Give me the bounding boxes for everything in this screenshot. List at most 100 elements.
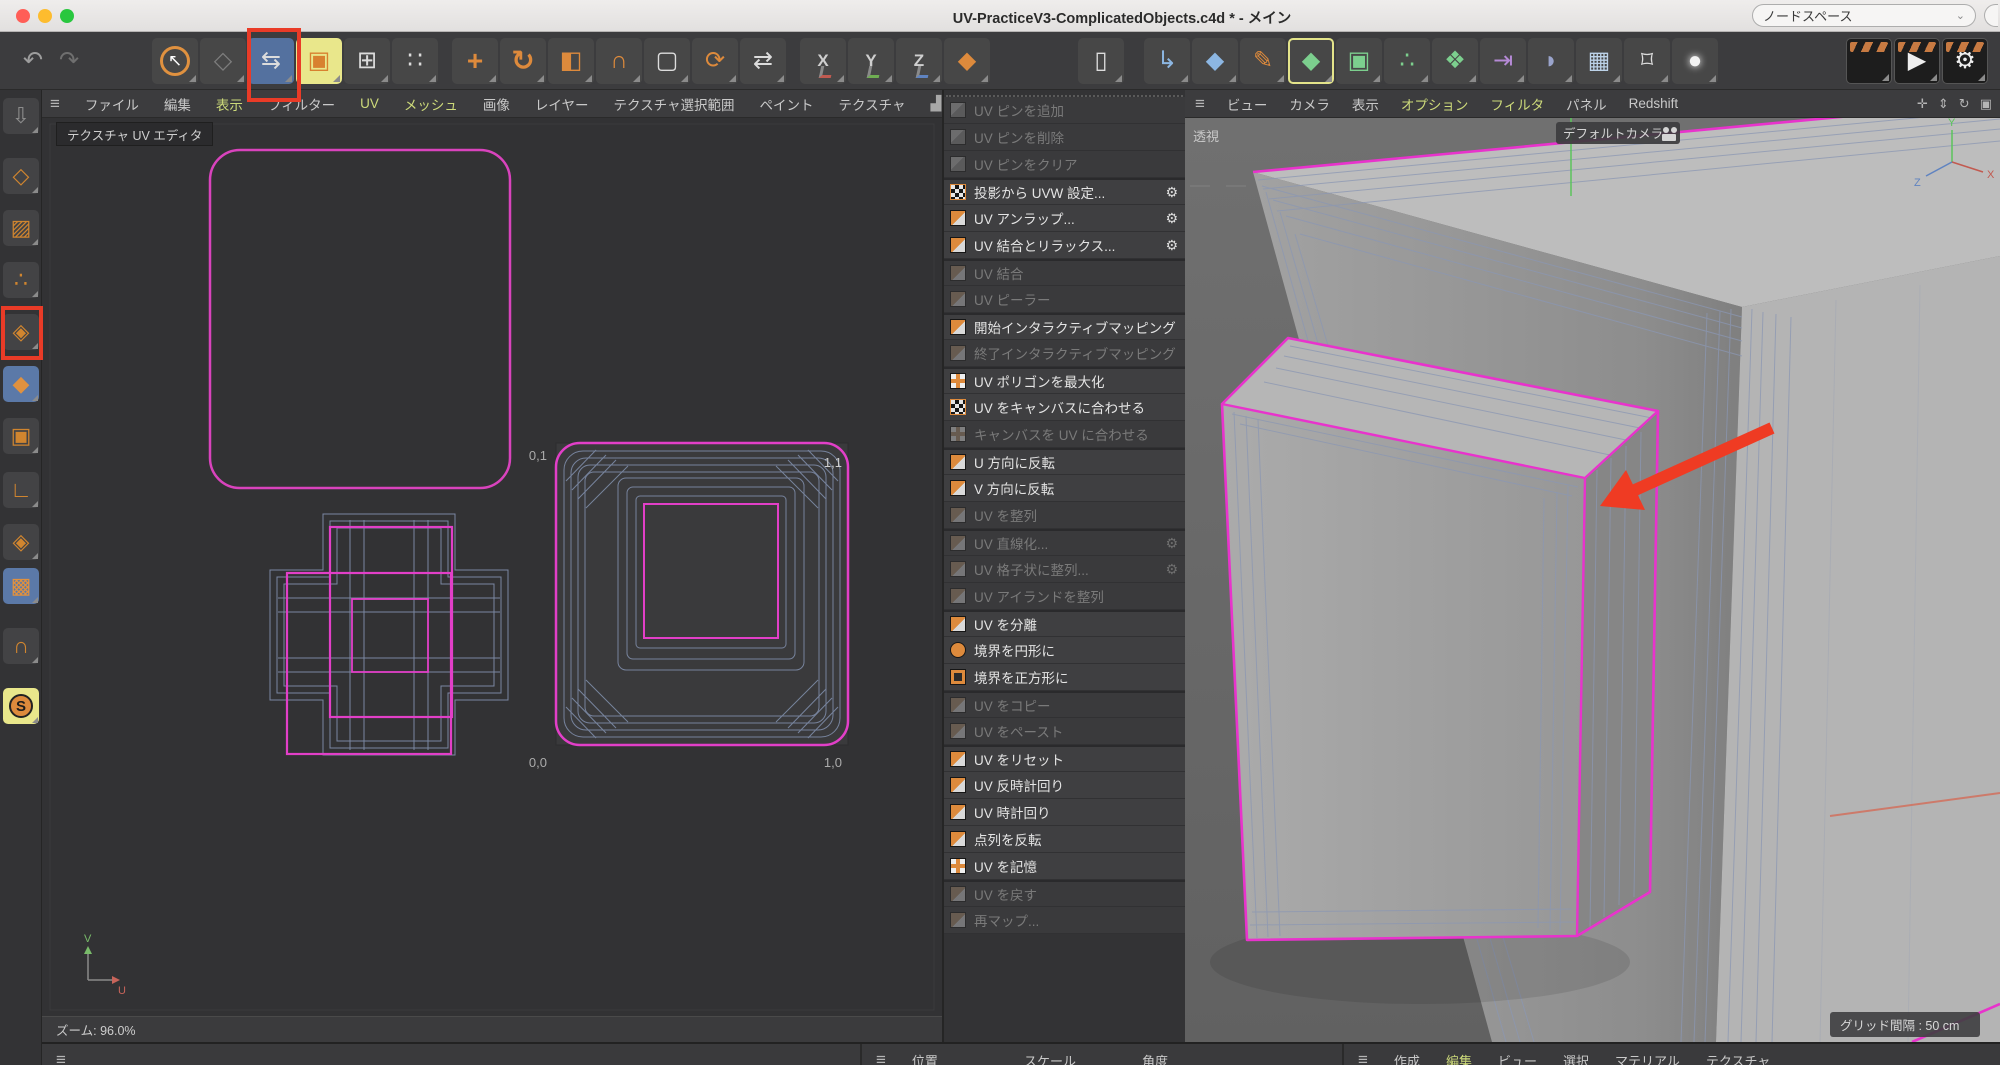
lock-y-axis-button[interactable]: Y	[848, 38, 894, 84]
move-tool-button[interactable]: +	[452, 38, 498, 84]
uv-command-boundary-circle[interactable]: 境界を円形に	[944, 637, 1185, 664]
menu-hamburger-icon[interactable]: ≡	[50, 94, 60, 114]
make-editable-button[interactable]: ⇩	[3, 98, 39, 134]
texture-paint-mode-button[interactable]: ✎	[1240, 38, 1286, 84]
model-mode-button[interactable]: ◆	[1192, 38, 1238, 84]
menu-bview[interactable]: ビュー	[1498, 1051, 1537, 1065]
menu-vp-camera[interactable]: カメラ	[1289, 94, 1330, 114]
workplane-mode-button[interactable]: ⇥	[1480, 38, 1526, 84]
point-mode-button[interactable]: ∴	[3, 262, 39, 298]
rectangle-selection-button[interactable]: ▢	[644, 38, 690, 84]
menu-paint[interactable]: ペイント	[760, 94, 814, 114]
command-settings-gear-icon[interactable]: ⚙	[1165, 237, 1178, 254]
redo-icon[interactable]: ↷	[52, 46, 86, 75]
menu-hamburger-icon[interactable]: ≡	[1195, 94, 1205, 114]
render-settings-button[interactable]: ⚙	[1942, 38, 1988, 84]
viewport-pan-icon[interactable]: ✛	[1917, 96, 1928, 112]
zoom-window-button[interactable]	[60, 9, 74, 23]
uv-exchange-button[interactable]: ⇄	[740, 38, 786, 84]
workspace-selector-dropdown[interactable]: ノードスペース ⌄	[1752, 4, 1976, 27]
magnet-tool-button[interactable]: ∩	[596, 38, 642, 84]
deformer-tool-button[interactable]: ◗	[1528, 38, 1574, 84]
floor-grid-button[interactable]: ▦	[1576, 38, 1622, 84]
uv-command-flip-u[interactable]: U 方向に反転	[944, 448, 1185, 475]
command-settings-gear-icon[interactable]: ⚙	[1165, 210, 1178, 227]
menu-texture[interactable]: テクスチャ	[839, 94, 906, 114]
layout-button-stub[interactable]	[1984, 4, 1998, 27]
plug-object[interactable]	[1222, 338, 1658, 940]
uv-command-maximize-uv-polygons[interactable]: UV ポリゴンを最大化	[944, 367, 1185, 394]
lock-x-axis-button[interactable]: X	[800, 38, 846, 84]
uv-command-projection-uvw[interactable]: 投影から UVW 設定...⚙	[944, 178, 1185, 205]
uv-mesh-edit-mode-button[interactable]: ◆	[1288, 38, 1334, 84]
histogram-icon[interactable]: ▟	[930, 95, 941, 112]
live-selection-button[interactable]: ↖	[152, 38, 198, 84]
free-rotate-tool-button[interactable]: ⟳	[692, 38, 738, 84]
uv-polygon-edit-mode-button[interactable]: ▣	[1336, 38, 1382, 84]
uv-polygon-edit-button[interactable]: ▣	[3, 418, 39, 454]
axis-edit-mode-button[interactable]: ↳	[1144, 38, 1190, 84]
magnet-snapping-button[interactable]: ∩	[3, 628, 39, 664]
menu-view[interactable]: 表示	[216, 94, 243, 114]
uv-editor-tab-label[interactable]: テクスチャ UV エディタ	[56, 122, 213, 146]
texture-mode-button[interactable]: ▨	[3, 210, 39, 246]
menu-file[interactable]: ファイル	[85, 94, 139, 114]
point-visibility-button[interactable]: ∷	[392, 38, 438, 84]
light-tool-button[interactable]: ●	[1672, 38, 1718, 84]
menu-bmaterial[interactable]: マテリアル	[1615, 1051, 1680, 1065]
polygon-mode-button[interactable]: ◆	[3, 366, 39, 402]
uv-command-fit-uv-to-canvas[interactable]: UV をキャンバスに合わせる	[944, 394, 1185, 421]
menu-vp-view[interactable]: ビュー	[1227, 94, 1268, 114]
menu-hamburger-icon[interactable]: ≡	[1358, 1050, 1368, 1065]
workplane-axis-button[interactable]: ∟	[3, 472, 39, 508]
menu-texture-selection[interactable]: テクスチャ選択範囲	[614, 94, 735, 114]
uv-texture-window-button[interactable]: ▣	[296, 38, 342, 84]
menu-mesh[interactable]: メッシュ	[404, 94, 458, 114]
menu-bselect[interactable]: 選択	[1563, 1051, 1589, 1065]
uv-command-flip-v[interactable]: V 方向に反転	[944, 475, 1185, 502]
menu-hamburger-icon[interactable]: ≡	[876, 1050, 886, 1065]
ghost-cube-button[interactable]: ◇	[200, 38, 246, 84]
uv-command-reverse-point-sequence[interactable]: 点列を反転	[944, 826, 1185, 853]
render-bucket-button[interactable]: ▯	[1078, 38, 1124, 84]
close-window-button[interactable]	[16, 9, 30, 23]
uv-command-uv-separate[interactable]: UV を分離	[944, 610, 1185, 637]
menu-edit[interactable]: 編集	[164, 94, 191, 114]
viewport-dolly-icon[interactable]: ⇕	[1938, 96, 1949, 112]
workplane-lock-button[interactable]: ▩	[3, 568, 39, 604]
model-mode-button[interactable]: ◇	[3, 158, 39, 194]
viewport-rotate-icon[interactable]: ↻	[1959, 96, 1970, 112]
uv-command-uv-relax[interactable]: UV 結合とリラックス...⚙	[944, 232, 1185, 259]
menu-vp-panel[interactable]: パネル	[1566, 94, 1607, 114]
camera-label-pill[interactable]: デフォルトカメラ	[1556, 122, 1680, 144]
menu-vp-redshift[interactable]: Redshift	[1629, 96, 1679, 111]
minimize-window-button[interactable]	[38, 9, 52, 23]
menu-vp-options[interactable]: オプション	[1401, 94, 1469, 114]
uv-command-uv-rotate-cw[interactable]: UV 時計回り	[944, 799, 1185, 826]
menu-layer[interactable]: レイヤー	[535, 94, 589, 114]
uv-command-start-interactive-mapping[interactable]: 開始インタラクティブマッピング	[944, 313, 1185, 340]
scale-tool-button[interactable]: ◧	[548, 38, 594, 84]
menu-btexture[interactable]: テクスチャ	[1706, 1051, 1770, 1065]
menu-uv[interactable]: UV	[360, 96, 379, 111]
quantize-snap-button[interactable]: S	[3, 688, 39, 724]
menu-bedit[interactable]: 編集	[1446, 1051, 1472, 1065]
render-play-button[interactable]: ▶	[1894, 38, 1940, 84]
uv-command-uv-reset[interactable]: UV をリセット	[944, 745, 1185, 772]
lock-z-axis-button[interactable]: Z	[896, 38, 942, 84]
uv-command-uv-rotate-ccw[interactable]: UV 反時計回り	[944, 772, 1185, 799]
menu-vp-filter[interactable]: フィルタ	[1490, 94, 1544, 114]
viewport-3d[interactable]: Y X Z 透視 デフォルトカメラ グリッド間隔 : 50 cm	[1185, 118, 2000, 1047]
polygon-cubes-mode-button[interactable]: ❖	[1432, 38, 1478, 84]
command-settings-gear-icon[interactable]: ⚙	[1165, 184, 1178, 201]
menu-create[interactable]: 作成	[1394, 1051, 1420, 1065]
camera-tool-button[interactable]: ⌑	[1624, 38, 1670, 84]
point-edit-mode-button[interactable]: ∴	[1384, 38, 1430, 84]
viewport-maximize-icon[interactable]: ▣	[1980, 96, 1992, 112]
uv-apply-settings-button[interactable]: ⊞	[344, 38, 390, 84]
rotate-tool-button[interactable]: ↻	[500, 38, 546, 84]
uv-canvas[interactable]: 0,1 1,1 0,0 1,0 V U	[42, 118, 942, 1016]
snap-grid-button[interactable]: ◈	[3, 524, 39, 560]
menu-hamburger-icon[interactable]: ≡	[56, 1050, 66, 1065]
render-view-button[interactable]	[1846, 38, 1892, 84]
